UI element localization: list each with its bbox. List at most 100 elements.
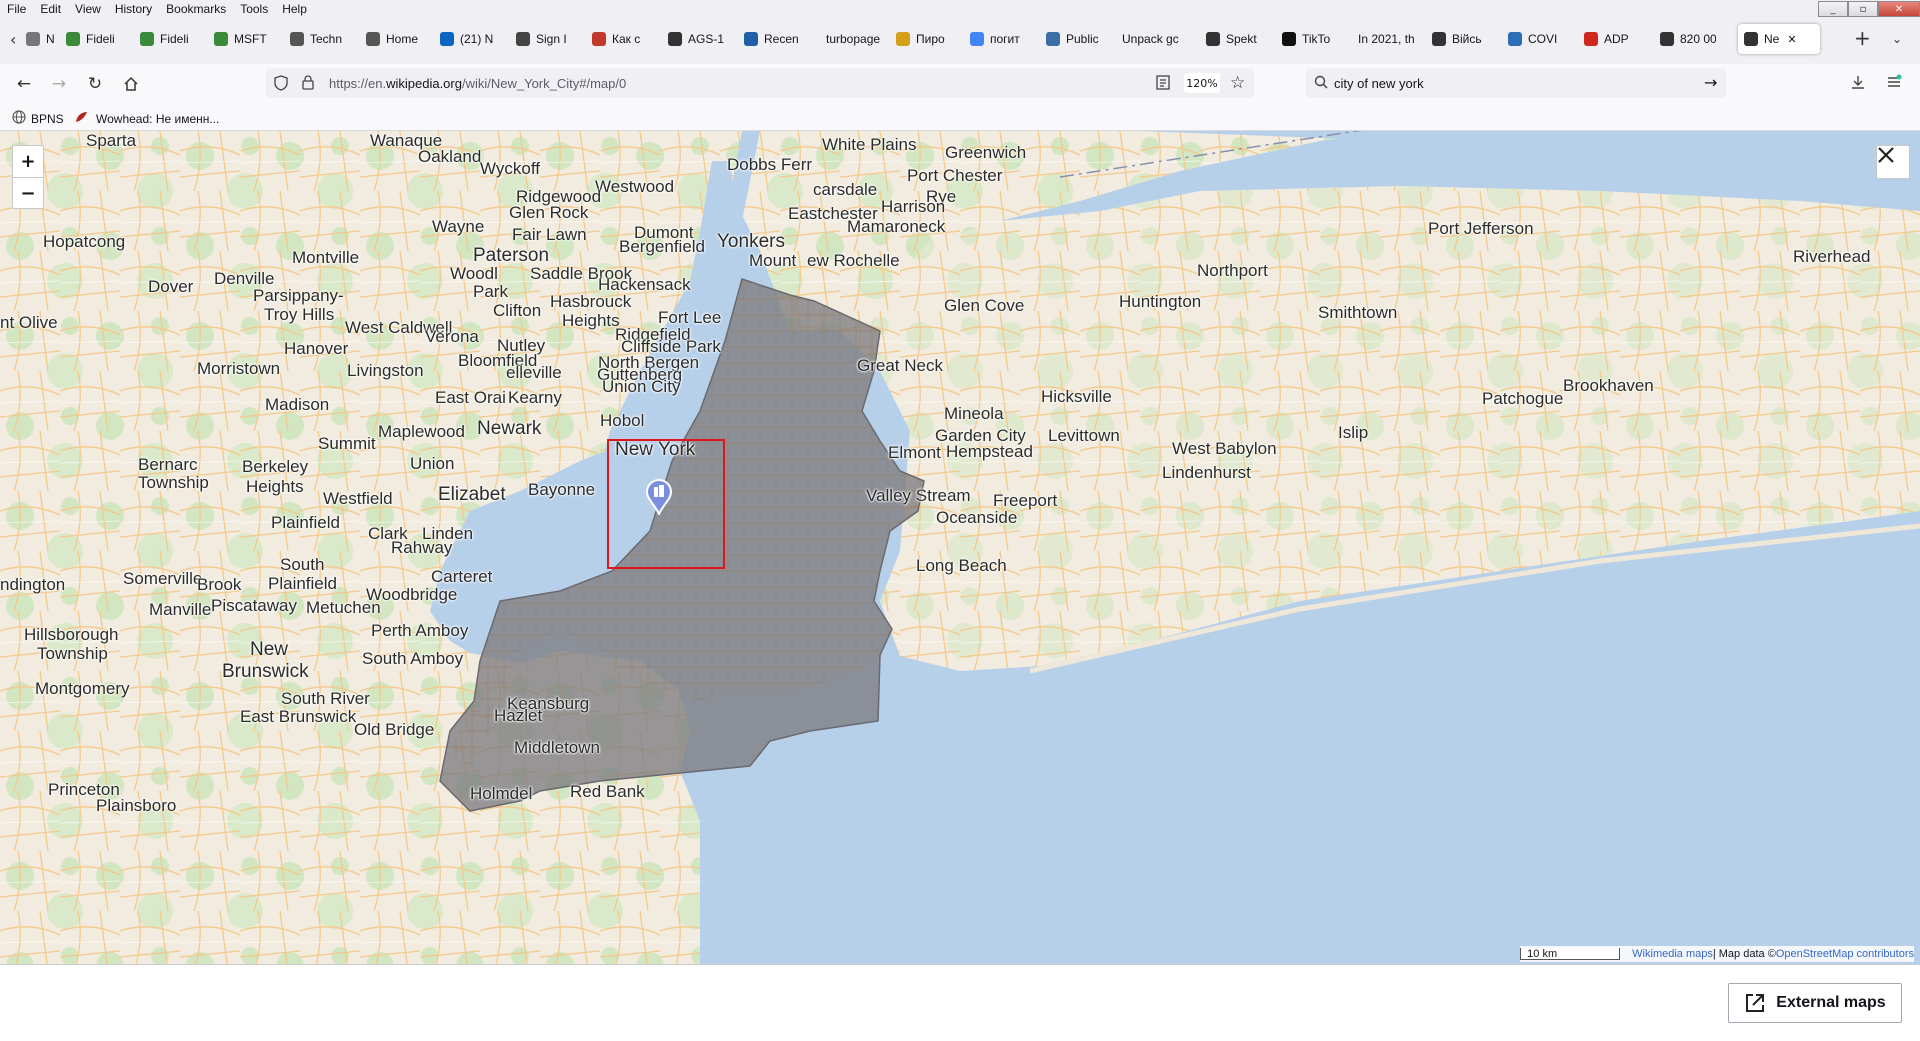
wikimedia-maps-link[interactable]: Wikimedia maps — [1632, 948, 1713, 960]
tab[interactable]: 820 00 — [1660, 24, 1716, 54]
tab[interactable]: turbopage — [826, 24, 892, 54]
zoom-in-button[interactable]: + — [13, 146, 43, 178]
bookmarks-toolbar: BPNS Wowhead: Не именн... — [0, 104, 1920, 131]
globe-icon — [12, 110, 26, 127]
bookmark-item[interactable]: Wowhead: Не именн... — [74, 110, 219, 127]
tab[interactable]: N — [26, 24, 56, 54]
bookmark-item[interactable]: BPNS — [12, 110, 64, 127]
maximize-button[interactable]: ▫ — [1848, 1, 1878, 17]
tab[interactable]: In 2021, th — [1358, 24, 1430, 54]
tab[interactable]: погит — [970, 24, 1026, 54]
forward-button[interactable]: → — [47, 72, 71, 96]
place-label: Old Bridge — [354, 720, 435, 739]
menu-tools[interactable]: Tools — [233, 0, 275, 18]
place-label: Union — [410, 454, 455, 473]
map-attribution: 10 km Wikimedia maps | Map data © OpenSt… — [1520, 946, 1914, 962]
tab[interactable]: ADP — [1584, 24, 1640, 54]
downloads-icon[interactable] — [1850, 74, 1866, 93]
place-label: East Brunswick — [240, 707, 357, 726]
tab[interactable]: (21) N — [440, 24, 496, 54]
tab[interactable]: Fideli — [140, 24, 196, 54]
search-input[interactable]: city of new york — [1334, 76, 1424, 91]
menu-bar: File Edit View History Bookmarks Tools Help — [0, 0, 1920, 18]
place-label: nt Olive — [0, 313, 58, 332]
zoom-out-button[interactable]: − — [13, 178, 43, 209]
tab[interactable]: Public — [1046, 24, 1102, 54]
tab-label: Війсь — [1452, 32, 1482, 46]
list-all-tabs-icon[interactable]: ⌄ — [1892, 32, 1902, 46]
wikipedia-icon — [1206, 32, 1220, 46]
tab[interactable]: MSFT — [214, 24, 270, 54]
lock-icon[interactable] — [302, 75, 314, 93]
wowhead-icon — [74, 110, 88, 127]
tracking-shield-icon[interactable] — [274, 75, 288, 94]
external-link-icon — [1746, 994, 1765, 1012]
tab-label: Ne — [1764, 32, 1780, 46]
tab[interactable]: AGS-1 — [668, 24, 724, 54]
map-viewport[interactable]: Sparta Wanaque Oakland White Plains Greenwic… — [0, 131, 1920, 964]
place-label: Mamaroneck — [847, 217, 946, 236]
place-label: Brunswick — [222, 661, 309, 682]
refresh-site-icon — [366, 32, 380, 46]
openstreetmap-link[interactable]: OpenStreetMap contributors — [1776, 948, 1914, 960]
search-go-arrow-icon[interactable]: → — [1704, 73, 1717, 92]
tab-label: Home — [386, 32, 419, 46]
close-map-button[interactable] — [1876, 145, 1910, 179]
place-label: Hillsborough — [24, 625, 119, 644]
tab[interactable]: Пиро — [896, 24, 952, 54]
tab[interactable]: Как с — [592, 24, 648, 54]
menu-help[interactable]: Help — [275, 0, 314, 18]
tab[interactable]: Unpack gc — [1122, 24, 1200, 54]
map-base — [0, 131, 1920, 964]
tab-active[interactable]: Ne ✕ — [1738, 24, 1820, 54]
menu-edit[interactable]: Edit — [33, 0, 68, 18]
menu-file[interactable]: File — [0, 0, 33, 18]
external-maps-button[interactable]: External maps — [1728, 983, 1902, 1023]
tab[interactable]: COVI — [1508, 24, 1564, 54]
tab[interactable]: Spekt — [1206, 24, 1262, 54]
home-button[interactable] — [119, 72, 143, 96]
tab[interactable]: Home — [366, 24, 422, 54]
place-label: Westfield — [323, 489, 393, 508]
tab[interactable]: Fideli — [66, 24, 122, 54]
app-menu-icon[interactable] — [1886, 74, 1902, 93]
place-label: Dobbs Ferr — [727, 155, 813, 174]
tab[interactable]: Recen — [744, 24, 800, 54]
reader-view-icon[interactable] — [1156, 75, 1170, 93]
menu-view[interactable]: View — [68, 0, 108, 18]
tab[interactable]: Sign I — [516, 24, 572, 54]
tab-label: Fideli — [160, 32, 189, 46]
tab-label: Spekt — [1226, 32, 1257, 46]
url-bar[interactable]: https://en.wikipedia.org/wiki/New_York_C… — [266, 68, 1254, 98]
place-label: Greenwich — [945, 143, 1027, 162]
place-label: Township — [138, 473, 209, 492]
place-label: Holmdel — [470, 784, 533, 803]
tab[interactable]: Techn — [290, 24, 346, 54]
tab[interactable]: Війсь — [1432, 24, 1488, 54]
tab[interactable]: TikTo — [1282, 24, 1338, 54]
url-text[interactable]: https://en.wikipedia.org/wiki/New_York_C… — [329, 76, 626, 91]
minimize-button[interactable]: _ — [1818, 1, 1848, 17]
search-bar[interactable]: city of new york → — [1306, 68, 1726, 98]
bookmark-star-icon[interactable]: ☆ — [1230, 73, 1245, 93]
tab-scroll-left-icon[interactable]: ‹ — [10, 30, 16, 49]
place-label: Woodl — [450, 264, 498, 283]
place-label: Glen Cove — [944, 296, 1025, 315]
close-tab-icon[interactable]: ✕ — [1787, 33, 1796, 46]
tab-label: Techn — [310, 32, 343, 46]
tab-label: Public — [1066, 32, 1099, 46]
close-window-button[interactable]: ✕ — [1878, 1, 1920, 17]
tab-label: turbopage — [826, 32, 881, 46]
place-label: Hazlet — [494, 706, 543, 725]
menu-bookmarks[interactable]: Bookmarks — [159, 0, 233, 18]
menu-history[interactable]: History — [108, 0, 159, 18]
back-button[interactable]: ← — [12, 72, 36, 96]
reload-button[interactable]: ↻ — [83, 72, 107, 96]
tiktok-icon — [1282, 32, 1296, 46]
scale-bar: 10 km — [1520, 948, 1621, 960]
tab-label: Recen — [764, 32, 799, 46]
globe-site-icon — [1046, 32, 1060, 46]
zoom-indicator[interactable]: 120% — [1184, 73, 1220, 93]
new-tab-button[interactable]: + — [1854, 26, 1871, 50]
tab-label: TikTo — [1302, 32, 1331, 46]
